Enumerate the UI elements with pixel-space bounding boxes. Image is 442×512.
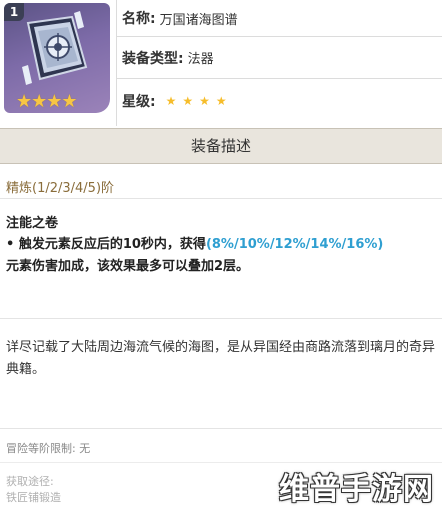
refinement-label: 精炼(1/2/3/4/5)阶 [6, 181, 115, 196]
source-value: 铁匠铺锻造 [6, 491, 61, 504]
lore-text: 详尽记载了大陆周边海流气候的海图，是从异国经由商路流落到璃月的奇异典籍。 [6, 340, 436, 377]
passive-effect: • 触发元素反应后的10秒内，获得(8%/10%/12%/14%/16%) 元素伤… [6, 234, 438, 278]
source-label: 获取途径: [6, 475, 54, 488]
adventure-rank-requirement: 冒险等阶限制: 无 [6, 442, 91, 455]
level-badge: 1 [4, 3, 24, 21]
bullet: • [6, 237, 19, 252]
watermark: 维普手游网 [279, 472, 434, 507]
passive-values: (8%/10%/12%/14%/16%) [205, 237, 384, 252]
rarity-label: 星级: [122, 94, 156, 110]
passive-text-after: 元素伤害加成，该效果最多可以叠加2层。 [6, 259, 250, 274]
name-label: 名称: [122, 11, 156, 27]
type-row: 装备类型: 法器 [116, 37, 442, 79]
item-info-panel: 1 ★★★★ 名称: 万国诸海图谱 装备类型: 法器 星级: ★★★★ [0, 0, 442, 126]
thumbnail-rarity-stars: ★★★★ [16, 91, 78, 112]
item-thumbnail: 1 ★★★★ [4, 3, 110, 113]
rarity-stars: ★★★★ [165, 94, 233, 108]
section-header: 装备描述 [0, 128, 442, 164]
type-value: 法器 [187, 52, 214, 67]
type-label: 装备类型: [122, 50, 184, 67]
divider [0, 462, 442, 463]
passive-name: 注能之卷 [6, 216, 59, 231]
source-info: 获取途径: 铁匠铺锻造 [6, 474, 61, 506]
divider [0, 198, 442, 199]
divider [0, 428, 442, 429]
passive-text-before: 触发元素反应后的10秒内，获得 [18, 237, 206, 252]
name-row: 名称: 万国诸海图谱 [116, 0, 442, 37]
divider [0, 318, 442, 319]
catalyst-book-icon [22, 11, 88, 85]
name-value: 万国诸海图谱 [159, 12, 238, 28]
rarity-row: 星级: ★★★★ [116, 79, 442, 123]
